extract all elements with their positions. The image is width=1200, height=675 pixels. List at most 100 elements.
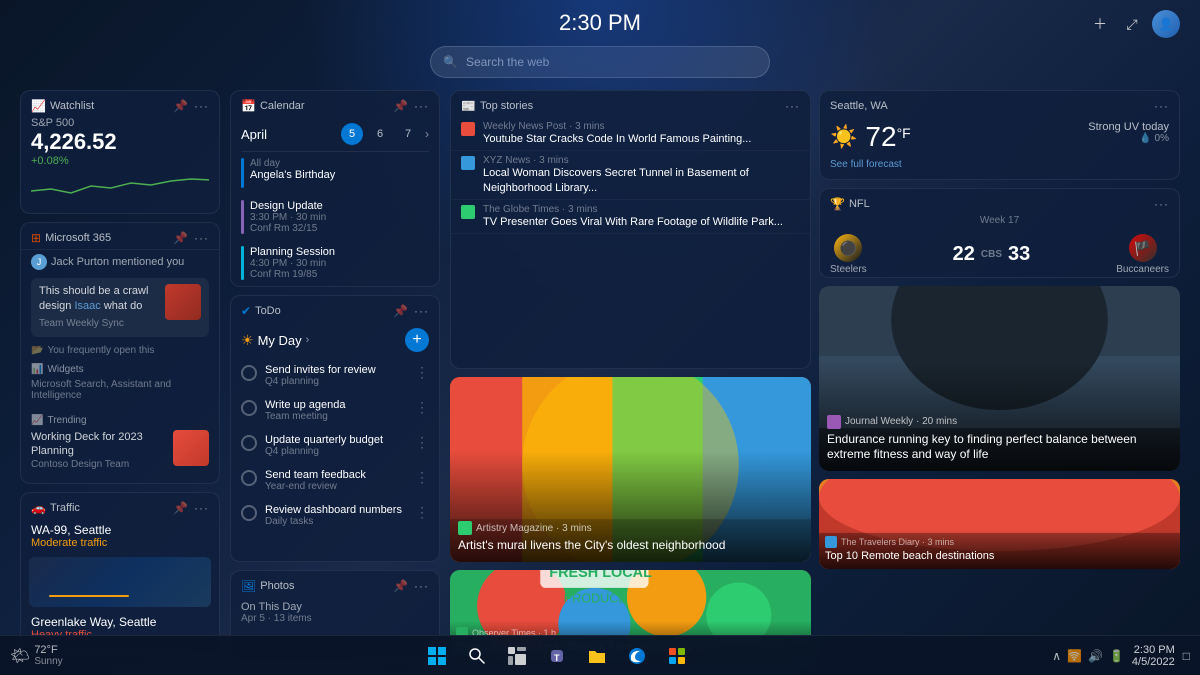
stories-controls: ··· (785, 99, 800, 113)
buccaneers-icon: 🏴 (1129, 234, 1157, 262)
svg-text:T: T (554, 653, 560, 663)
todo-check-3[interactable] (241, 435, 257, 451)
trending-icon: 📊 (31, 364, 43, 375)
todo-check-2[interactable] (241, 400, 257, 416)
taskbar-store-button[interactable] (661, 640, 693, 672)
calendar-day-7[interactable]: 7 (397, 123, 419, 145)
add-widget-button[interactable]: ＋ (1088, 12, 1112, 36)
message-card[interactable]: This should be a crawl design Isaac what… (31, 278, 209, 337)
photos-icon: 🖼 (241, 579, 256, 593)
battery-icon[interactable]: 🔋 (1109, 649, 1124, 663)
endurance-source: Journal Weekly · 20 mins (827, 415, 1172, 429)
calendar-chevron[interactable]: › (425, 127, 429, 141)
taskbar-widgets-button[interactable] (501, 640, 533, 672)
nfl-network: CBS (981, 249, 1002, 260)
top-stories-title: 📰 Top stories (461, 99, 533, 113)
taskbar-weather[interactable]: 🌤 72°F Sunny (10, 644, 63, 667)
chevron-up-icon[interactable]: ∧ (1052, 649, 1061, 663)
beach-bookmark (827, 485, 843, 505)
todo-check-5[interactable] (241, 505, 257, 521)
beach-card[interactable]: The Travelers Diary · 3 mins Top 10 Remo… (819, 479, 1180, 569)
m365-header: ⊞ Microsoft 365 📌 ··· (21, 223, 219, 249)
taskbar-teams-button[interactable]: T (541, 640, 573, 672)
todo-add-button[interactable]: + (405, 328, 429, 352)
sun-icon: ☀ (241, 332, 254, 349)
m365-more[interactable]: ··· (194, 231, 209, 245)
event2-time: 4:30 PM · 30 min (250, 258, 429, 269)
todo-item-2: Write up agenda Team meeting ⋮ (231, 393, 439, 428)
todo-check-4[interactable] (241, 470, 257, 486)
calendar-day-5[interactable]: 5 (341, 123, 363, 145)
event2-bar (241, 246, 244, 280)
news-item-1[interactable]: Weekly News Post · 3 mins Youtube Star C… (451, 117, 810, 151)
watchlist-icon: 📈 (31, 99, 46, 113)
todo-item-dots-3[interactable]: ⋮ (415, 434, 429, 451)
taskbar-explorer-button[interactable] (581, 640, 613, 672)
todo-chevron[interactable]: › (306, 334, 310, 346)
taskbar-clock[interactable]: 2:30 PM 4/5/2022 (1132, 644, 1175, 668)
todo-item-dots-1[interactable]: ⋮ (415, 364, 429, 381)
taskbar-weather-icon: 🌤 (10, 646, 30, 666)
svg-text:FRESH LOCAL: FRESH LOCAL (549, 570, 652, 581)
beach-source-name: The Travelers Diary · 3 mins (841, 537, 954, 547)
photos-header: 🖼 Photos 📌 ··· (231, 571, 439, 597)
left-column: 📈 Watchlist 📌 ··· S&P 500 4,226.52 +0.08… (20, 90, 220, 660)
trending-thumb (173, 430, 209, 466)
stories-more[interactable]: ··· (785, 99, 800, 113)
photos-pin[interactable]: 📌 (393, 579, 408, 593)
weather-title: Seattle, WA (830, 100, 888, 112)
message-meta: Team Weekly Sync (39, 317, 157, 331)
search-bar[interactable]: 🔍 Search the web (430, 46, 770, 78)
m365-pin[interactable]: 📌 (173, 231, 188, 245)
mural-card[interactable]: Artistry Magazine · 3 mins Artist's mura… (450, 377, 811, 562)
endurance-card[interactable]: Journal Weekly · 20 mins Endurance runni… (819, 286, 1180, 471)
taskbar-edge-button[interactable] (621, 640, 653, 672)
watchlist-more[interactable]: ··· (194, 99, 209, 113)
traffic-header: 🚗 Traffic 📌 ··· (21, 493, 219, 519)
calendar-allday-event: All day Angela's Birthday (231, 152, 439, 194)
nfl-widget: 🏆 NFL ··· Week 17 ⚫ Steelers 22 CBS (819, 188, 1180, 278)
news-source-2: XYZ News · 3 mins (483, 155, 800, 166)
weather-more[interactable]: ··· (1154, 99, 1169, 113)
wifi-icon[interactable]: 🛜 (1067, 649, 1082, 663)
calendar-header: 📅 Calendar 📌 ··· (231, 91, 439, 117)
widgets-sub: Microsoft Search, Assistant and Intellig… (31, 379, 209, 407)
news-item-2[interactable]: XYZ News · 3 mins Local Woman Discovers … (451, 151, 810, 200)
todo-item-1: Send invites for review Q4 planning ⋮ (231, 358, 439, 393)
allday-label: All day (250, 158, 429, 169)
todo-pin[interactable]: 📌 (393, 304, 408, 318)
notification-icon[interactable]: □ (1183, 649, 1190, 663)
weather-forecast-link[interactable]: See full forecast (820, 157, 1179, 172)
todo-item-dots-2[interactable]: ⋮ (415, 399, 429, 416)
traffic-more[interactable]: ··· (194, 501, 209, 515)
traffic-map (29, 557, 211, 607)
photos-more[interactable]: ··· (414, 579, 429, 593)
trending-card[interactable]: Working Deck for 2023 Planning Contoso D… (31, 430, 209, 472)
volume-icon[interactable]: 🔊 (1088, 649, 1103, 663)
todo-item-dots-5[interactable]: ⋮ (415, 504, 429, 521)
todo-check-1[interactable] (241, 365, 257, 381)
todo-item-dots-4[interactable]: ⋮ (415, 469, 429, 486)
todo-icon: ✔ (241, 304, 251, 318)
traffic-pin[interactable]: 📌 (173, 501, 188, 515)
taskbar-windows-button[interactable] (421, 640, 453, 672)
calendar-day-6[interactable]: 6 (369, 123, 391, 145)
calendar-pin[interactable]: 📌 (393, 99, 408, 113)
todo-item-text-2: Write up agenda Team meeting (265, 399, 407, 422)
watchlist-pin[interactable]: 📌 (173, 99, 188, 113)
todo-more[interactable]: ··· (414, 304, 429, 318)
weather-info: Strong UV today 💧 0% (1088, 121, 1169, 144)
news-item-3[interactable]: The Globe Times · 3 mins TV Presenter Go… (451, 200, 810, 234)
expand-button[interactable]: ⤢ (1120, 12, 1144, 36)
calendar-more[interactable]: ··· (414, 99, 429, 113)
traffic-title: 🚗 Traffic (31, 501, 80, 515)
weather-desc: Strong UV today (1088, 121, 1169, 133)
m365-icon: ⊞ (31, 231, 41, 245)
mention-avatar: J (31, 254, 47, 270)
weather-controls: ··· (1154, 99, 1169, 113)
taskbar-search-button[interactable] (461, 640, 493, 672)
nfl-more[interactable]: ··· (1154, 197, 1169, 211)
user-avatar[interactable]: 👤 (1152, 10, 1180, 38)
artistry-icon (458, 521, 472, 535)
photos-title: 🖼 Photos (241, 579, 294, 593)
